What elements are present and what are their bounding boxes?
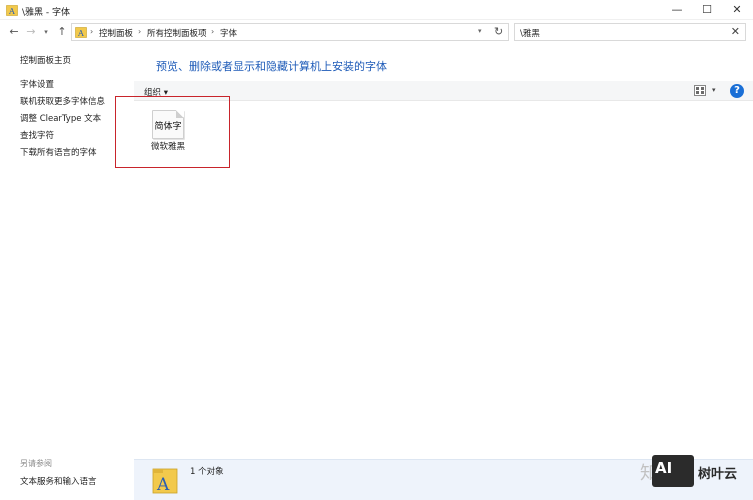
breadcrumb-separator[interactable]: › <box>138 27 141 36</box>
title-bar: A \雅黑 - 字体 — ☐ ✕ <box>0 0 753 20</box>
address-dropdown-icon[interactable]: ▾ <box>478 27 482 35</box>
fonts-folder-icon: A <box>152 468 178 495</box>
breadcrumb-fonts[interactable]: 字体 <box>220 27 237 39</box>
refresh-icon[interactable]: ↻ <box>494 25 503 38</box>
svg-text:A: A <box>156 475 170 495</box>
watermark-badge: AI <box>652 455 694 487</box>
maximize-button[interactable]: ☐ <box>692 0 722 20</box>
item-count: 1 个对象 <box>190 467 224 477</box>
view-dropdown-icon[interactable]: ▾ <box>712 86 716 94</box>
svg-text:A: A <box>77 29 84 38</box>
clear-search-icon[interactable]: ✕ <box>731 25 740 38</box>
fonts-folder-icon: A <box>75 27 87 38</box>
sidebar-link-control-panel-home[interactable]: 控制面板主页 <box>20 54 71 66</box>
sidebar-link-adjust-cleartype[interactable]: 调整 ClearType 文本 <box>20 112 101 124</box>
sidebar-link-get-font-info-online[interactable]: 联机获取更多字体信息 <box>20 95 105 107</box>
watermark-brand-text: 树叶云 <box>698 467 738 482</box>
font-item-name[interactable]: 微软雅黑 <box>134 140 202 152</box>
minimize-button[interactable]: — <box>662 0 692 20</box>
up-button[interactable]: ↑ <box>55 24 69 40</box>
main-content: 预览、删除或者显示和隐藏计算机上安装的字体 组织 ▾ ▾ ? 简体字 微软雅黑 <box>115 44 753 459</box>
sidebar-link-download-fonts[interactable]: 下载所有语言的字体 <box>20 146 97 158</box>
forward-button[interactable]: → <box>24 24 38 40</box>
window-title: \雅黑 - 字体 <box>22 8 71 18</box>
help-icon[interactable]: ? <box>730 84 744 98</box>
search-input[interactable]: \雅黑 <box>520 27 540 39</box>
breadcrumb-all-items[interactable]: 所有控制面板项 <box>147 27 207 39</box>
navigation-bar: ← → ▾ ↑ A › 控制面板 › 所有控制面板项 › 字体 ▾ ↻ \雅黑 … <box>0 21 753 43</box>
sidebar-link-font-settings[interactable]: 字体设置 <box>20 78 54 90</box>
search-box[interactable]: \雅黑 ✕ <box>514 23 746 41</box>
fonts-folder-icon: A <box>6 5 18 16</box>
breadcrumb-control-panel[interactable]: 控制面板 <box>99 27 133 39</box>
page-heading: 预览、删除或者显示和隐藏计算机上安装的字体 <box>156 60 387 73</box>
view-options-icon[interactable] <box>694 85 706 96</box>
watermark-logo: 知 AI 树叶云 <box>640 453 753 497</box>
sidebar-link-text-services[interactable]: 文本服务和输入语言 <box>20 475 97 487</box>
see-also-label: 另请参阅 <box>20 459 52 468</box>
address-bar[interactable]: A › 控制面板 › 所有控制面板项 › 字体 ▾ ↻ <box>71 23 509 41</box>
font-sample-text: 简体字 <box>154 122 182 132</box>
page-fold <box>176 110 184 118</box>
watermark-badge-text: AI <box>655 459 673 477</box>
breadcrumb-separator[interactable]: › <box>211 27 214 36</box>
breadcrumb-separator[interactable]: › <box>90 27 93 36</box>
back-button[interactable]: ← <box>7 24 21 40</box>
sidebar: 控制面板主页 字体设置 联机获取更多字体信息 调整 ClearType 文本 查… <box>0 44 133 500</box>
close-button[interactable]: ✕ <box>722 0 752 20</box>
svg-text:A: A <box>8 7 15 16</box>
sidebar-link-find-character[interactable]: 查找字符 <box>20 129 54 141</box>
font-item-icon[interactable]: 简体字 <box>152 110 184 139</box>
recent-locations-button[interactable]: ▾ <box>39 24 53 40</box>
